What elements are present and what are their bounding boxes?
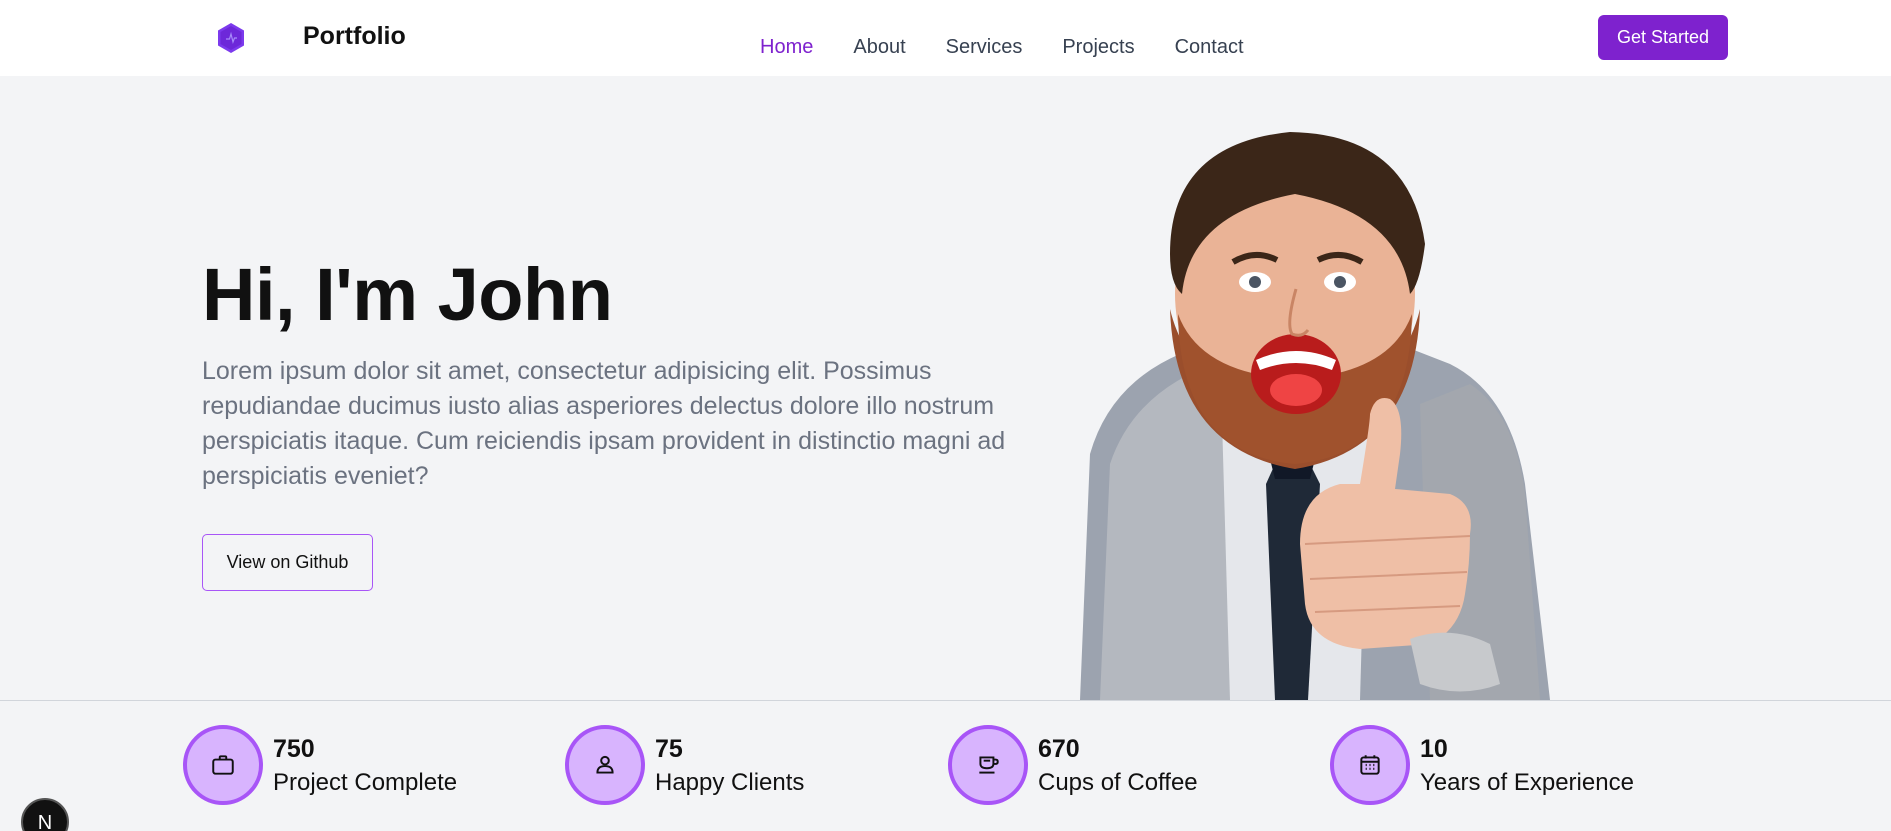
stat-icon-circle — [948, 725, 1028, 805]
brand-name[interactable]: Portfolio — [303, 22, 406, 51]
stat-label: Years of Experience — [1420, 769, 1634, 796]
main-nav: Home About Services Projects Contact — [760, 36, 1284, 59]
stat-icon-circle — [565, 725, 645, 805]
nav-projects[interactable]: Projects — [1062, 36, 1134, 59]
stat-label: Project Complete — [273, 769, 458, 796]
stat-value: 670 — [1038, 735, 1080, 763]
hero-portrait-image — [1080, 132, 1550, 700]
stat-icon-circle — [183, 725, 263, 805]
site-header: Portfolio Home About Services Projects C… — [0, 0, 1891, 76]
section-divider — [0, 700, 1891, 701]
hero-description: Lorem ipsum dolor sit amet, consectetur … — [202, 357, 1006, 490]
nav-services[interactable]: Services — [946, 36, 1023, 59]
nav-about[interactable]: About — [853, 36, 905, 59]
nav-contact[interactable]: Contact — [1175, 36, 1244, 59]
coffee-cup-icon — [979, 756, 999, 774]
nav-home[interactable]: Home — [760, 36, 813, 59]
stat-value: 75 — [655, 735, 683, 763]
stat-label: Happy Clients — [655, 769, 805, 796]
stat-icon-circle — [1330, 725, 1410, 805]
logo-hexagon-icon[interactable] — [216, 22, 246, 54]
briefcase-icon — [212, 755, 234, 775]
stat-label: Cups of Coffee — [1038, 769, 1198, 796]
calendar-icon — [1360, 755, 1380, 775]
user-icon — [596, 755, 614, 774]
stat-value: 10 — [1420, 735, 1448, 763]
stat-value: 750 — [273, 735, 315, 763]
hero-title: Hi, I'm John — [202, 253, 613, 336]
get-started-button[interactable]: Get Started — [1598, 15, 1728, 60]
view-github-button[interactable]: View on Github — [202, 534, 373, 591]
nextjs-dev-badge[interactable]: N — [21, 798, 69, 831]
